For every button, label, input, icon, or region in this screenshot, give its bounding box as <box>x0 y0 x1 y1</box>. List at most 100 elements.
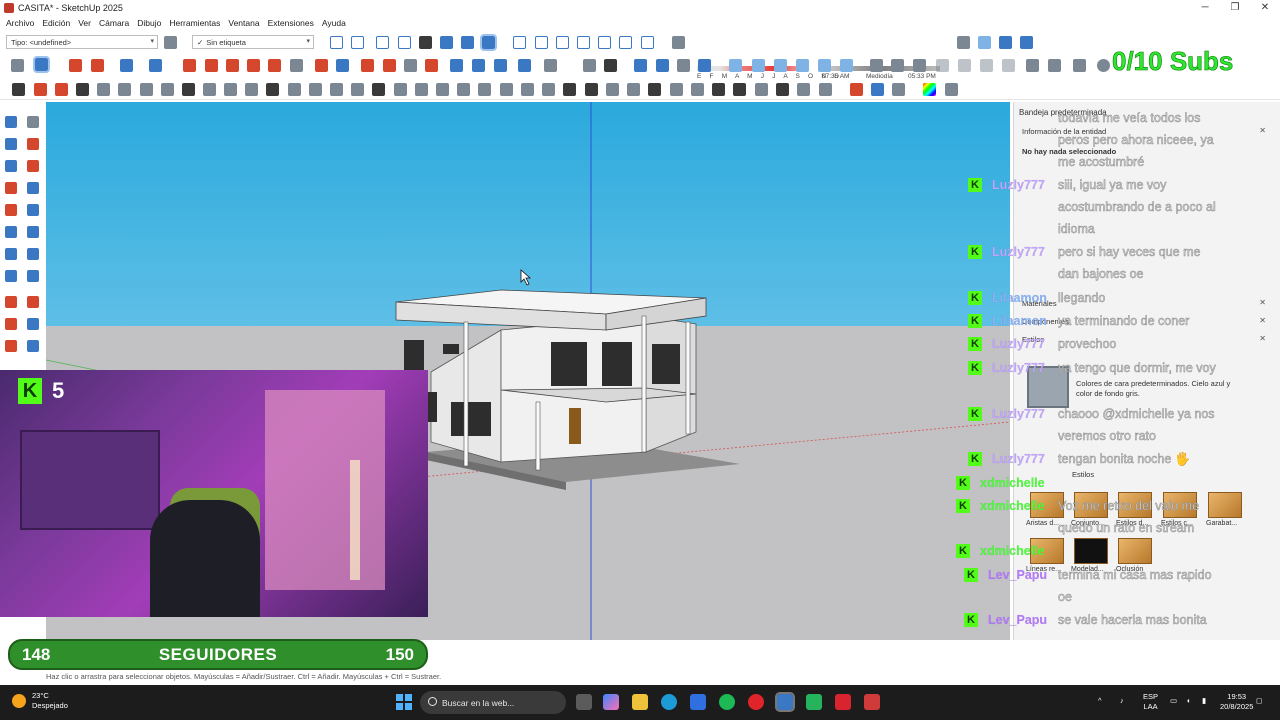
paint-icon[interactable] <box>5 138 17 150</box>
extension-tool-7-icon[interactable] <box>140 83 153 96</box>
extension-tool-10-icon[interactable] <box>203 83 216 96</box>
new-file-icon[interactable] <box>583 59 596 72</box>
search-icon[interactable] <box>11 59 24 72</box>
chat-app-icon[interactable] <box>806 694 822 710</box>
axes-icon[interactable] <box>27 270 39 282</box>
extension-tool-23-icon[interactable] <box>478 83 491 96</box>
protractor-icon[interactable] <box>5 270 17 282</box>
extension-tool-17-icon[interactable] <box>351 83 364 96</box>
shaded-active-icon[interactable] <box>480 34 497 51</box>
paint-bucket-icon[interactable] <box>164 36 177 49</box>
entity-info-close-icon[interactable]: ✕ <box>1259 126 1266 135</box>
offset-icon[interactable] <box>290 59 303 72</box>
notifications-icon[interactable]: ◻ <box>1256 696 1262 706</box>
xray-style-icon[interactable] <box>330 36 343 49</box>
solid-split-icon[interactable] <box>698 59 711 72</box>
windows-start-icon[interactable] <box>396 694 412 710</box>
scenes-icon[interactable] <box>840 59 853 72</box>
explode-icon[interactable] <box>774 59 787 72</box>
warehouse-icon[interactable] <box>544 59 557 72</box>
task-view-icon[interactable] <box>576 694 592 710</box>
drape-icon[interactable] <box>518 59 531 72</box>
circle-icon[interactable] <box>5 226 17 238</box>
components-close-icon[interactable]: ✕ <box>1259 316 1266 325</box>
extension-tool-25-icon[interactable] <box>521 83 534 96</box>
line-icon[interactable] <box>5 182 17 194</box>
extension-tool-31-icon[interactable] <box>648 83 661 96</box>
solid-subtract-icon[interactable] <box>656 59 669 72</box>
clock[interactable]: 19:53 20/8/2025 <box>1220 692 1253 712</box>
extension-tool-21-icon[interactable] <box>436 83 449 96</box>
move-icon[interactable] <box>226 59 239 72</box>
bottom-view-icon[interactable] <box>641 36 654 49</box>
styles-dropdown[interactable]: Estilos <box>1072 470 1094 479</box>
push-pull-side-icon[interactable] <box>27 296 39 308</box>
extension-tool-12-icon[interactable] <box>245 83 258 96</box>
lasso-icon[interactable] <box>27 116 39 128</box>
print-icon[interactable] <box>1073 59 1086 72</box>
extension-tool-30-icon[interactable] <box>627 83 640 96</box>
user-icon[interactable] <box>604 59 617 72</box>
extension-tool-32-icon[interactable] <box>670 83 683 96</box>
store-icon[interactable] <box>690 694 706 710</box>
menu-edicion[interactable]: Edición <box>42 18 70 28</box>
menu-herramientas[interactable]: Herramientas <box>169 18 220 28</box>
extension-tool-19-icon[interactable] <box>394 83 407 96</box>
left-view-icon[interactable] <box>619 36 632 49</box>
extension-tool-38-icon[interactable] <box>797 83 810 96</box>
monochrome-icon[interactable] <box>461 36 474 49</box>
arc-icon[interactable] <box>120 59 133 72</box>
extension-tool-3-icon[interactable] <box>55 83 68 96</box>
extension-tool-6-icon[interactable] <box>118 83 131 96</box>
extension-tool-26-icon[interactable] <box>542 83 555 96</box>
sketchup-taskbar-icon[interactable] <box>775 692 795 712</box>
menu-camara[interactable]: Cámara <box>99 18 129 28</box>
section-plane-icon[interactable] <box>978 36 991 49</box>
section-fill-icon[interactable] <box>1020 36 1033 49</box>
extension-tool-1-icon[interactable] <box>12 83 25 96</box>
zoom-extents-icon[interactable] <box>425 59 438 72</box>
two-point-arc-icon[interactable] <box>27 248 39 260</box>
follow-me-side-icon[interactable] <box>27 318 39 330</box>
vivaldi-icon[interactable] <box>864 694 880 710</box>
edge-icon[interactable] <box>661 694 677 710</box>
delete-icon[interactable] <box>1002 59 1015 72</box>
extension-tool-13-icon[interactable] <box>266 83 279 96</box>
copy-icon[interactable] <box>958 59 971 72</box>
menu-dibujo[interactable]: Dibujo <box>137 18 161 28</box>
freehand-icon[interactable] <box>27 160 39 172</box>
solid-union-icon[interactable] <box>634 59 647 72</box>
menu-ventana[interactable]: Ventana <box>228 18 259 28</box>
extension-tool-24-icon[interactable] <box>500 83 513 96</box>
menu-ayuda[interactable]: Ayuda <box>322 18 346 28</box>
new-doc-icon[interactable] <box>870 59 883 72</box>
pie-icon[interactable] <box>5 248 17 260</box>
eyedropper-icon[interactable] <box>945 83 958 96</box>
menu-ver[interactable]: Ver <box>78 18 91 28</box>
pan-icon[interactable] <box>361 59 374 72</box>
smoove-icon[interactable] <box>472 59 485 72</box>
tag-tool-icon[interactable] <box>5 160 17 172</box>
component-icon[interactable] <box>729 59 742 72</box>
extension-tool-14-icon[interactable] <box>288 83 301 96</box>
front-view-icon[interactable] <box>556 36 569 49</box>
tag-dropdown[interactable]: ✓ Sin etiqueta ▾ <box>192 35 314 49</box>
extension-tool-33-icon[interactable] <box>691 83 704 96</box>
extension-tool-2-icon[interactable] <box>34 83 47 96</box>
ruby-red-cube-icon[interactable] <box>850 83 863 96</box>
scale-side-icon[interactable] <box>5 340 17 352</box>
arc-side-icon[interactable] <box>27 182 39 194</box>
rotated-rect-icon[interactable] <box>27 204 39 216</box>
polygon-icon[interactable] <box>27 226 39 238</box>
menu-extensiones[interactable]: Extensiones <box>268 18 314 28</box>
type-dropdown[interactable]: Tipo: <undefined> ▾ <box>6 35 158 49</box>
paste-icon[interactable] <box>980 59 993 72</box>
section-cut-icon[interactable] <box>999 36 1012 49</box>
file-explorer-icon[interactable] <box>632 694 648 710</box>
close-button[interactable]: ✕ <box>1250 0 1280 15</box>
zoom-icon[interactable] <box>383 59 396 72</box>
follow-me-icon[interactable] <box>205 59 218 72</box>
outliner-icon[interactable] <box>796 59 809 72</box>
weather-widget[interactable]: 23°C Despejado <box>12 691 68 711</box>
open-icon[interactable] <box>891 59 904 72</box>
